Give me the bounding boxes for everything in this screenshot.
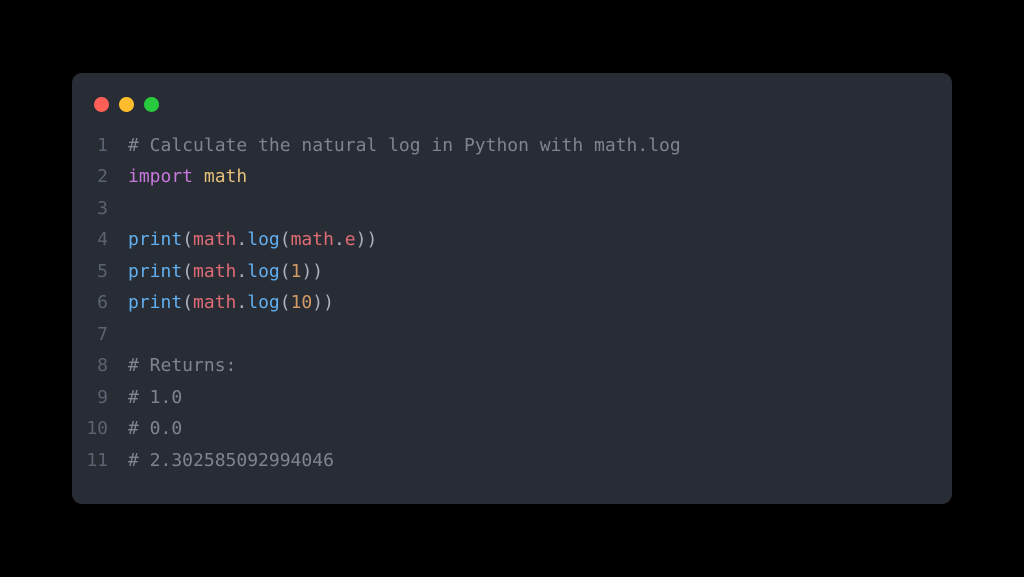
code-editor[interactable]: 1# Calculate the natural log in Python w… (72, 130, 952, 477)
code-line: 10# 0.0 (72, 413, 952, 445)
code-token: # 1.0 (128, 387, 182, 408)
code-line: 9# 1.0 (72, 382, 952, 414)
code-content: # 1.0 (128, 382, 182, 414)
line-number: 1 (72, 130, 128, 162)
code-token: print (128, 261, 182, 282)
code-token: ( (280, 261, 291, 282)
code-token: # Returns: (128, 355, 236, 376)
line-number: 7 (72, 319, 128, 351)
code-content: print(math.log(1)) (128, 256, 323, 288)
code-content (128, 193, 139, 225)
code-content: print(math.log(math.e)) (128, 224, 377, 256)
code-token: )) (356, 229, 378, 250)
code-token: log (247, 229, 280, 250)
code-token: log (247, 261, 280, 282)
code-token: )) (301, 261, 323, 282)
code-line: 5print(math.log(1)) (72, 256, 952, 288)
code-token: import (128, 166, 193, 187)
line-number: 5 (72, 256, 128, 288)
line-number: 8 (72, 350, 128, 382)
line-number: 4 (72, 224, 128, 256)
line-number: 11 (72, 445, 128, 477)
window-titlebar (72, 93, 952, 130)
code-token: # 0.0 (128, 418, 182, 439)
code-token: . (236, 261, 247, 282)
code-token: math (193, 229, 236, 250)
code-content (128, 319, 139, 351)
code-token: log (247, 292, 280, 313)
code-token: math (193, 261, 236, 282)
code-token: print (128, 292, 182, 313)
code-token: ( (182, 292, 193, 313)
code-line: 1# Calculate the natural log in Python w… (72, 130, 952, 162)
code-token: # Calculate the natural log in Python wi… (128, 135, 681, 156)
code-token: ( (280, 292, 291, 313)
code-token: math (193, 292, 236, 313)
line-number: 6 (72, 287, 128, 319)
code-line: 3 (72, 193, 952, 225)
code-content: # Returns: (128, 350, 236, 382)
code-token: 1 (291, 261, 302, 282)
code-token: . (236, 292, 247, 313)
code-line: 11# 2.302585092994046 (72, 445, 952, 477)
code-token: print (128, 229, 182, 250)
code-token: ( (280, 229, 291, 250)
code-line: 4print(math.log(math.e)) (72, 224, 952, 256)
code-token: ( (182, 229, 193, 250)
code-content: # Calculate the natural log in Python wi… (128, 130, 681, 162)
line-number: 9 (72, 382, 128, 414)
code-token (193, 166, 204, 187)
line-number: 2 (72, 161, 128, 193)
code-token: 10 (291, 292, 313, 313)
code-line: 2import math (72, 161, 952, 193)
code-token: ( (182, 261, 193, 282)
maximize-icon[interactable] (144, 97, 159, 112)
code-token: . (236, 229, 247, 250)
code-content: print(math.log(10)) (128, 287, 334, 319)
minimize-icon[interactable] (119, 97, 134, 112)
code-token: # 2.302585092994046 (128, 450, 334, 471)
code-window: 1# Calculate the natural log in Python w… (72, 73, 952, 505)
code-token: e (345, 229, 356, 250)
code-line: 7 (72, 319, 952, 351)
code-content: # 2.302585092994046 (128, 445, 334, 477)
code-content: import math (128, 161, 247, 193)
code-line: 6print(math.log(10)) (72, 287, 952, 319)
code-token: math (204, 166, 247, 187)
code-token: )) (312, 292, 334, 313)
code-line: 8# Returns: (72, 350, 952, 382)
close-icon[interactable] (94, 97, 109, 112)
line-number: 3 (72, 193, 128, 225)
code-token: . (334, 229, 345, 250)
code-token: math (291, 229, 334, 250)
line-number: 10 (72, 413, 128, 445)
code-content: # 0.0 (128, 413, 182, 445)
